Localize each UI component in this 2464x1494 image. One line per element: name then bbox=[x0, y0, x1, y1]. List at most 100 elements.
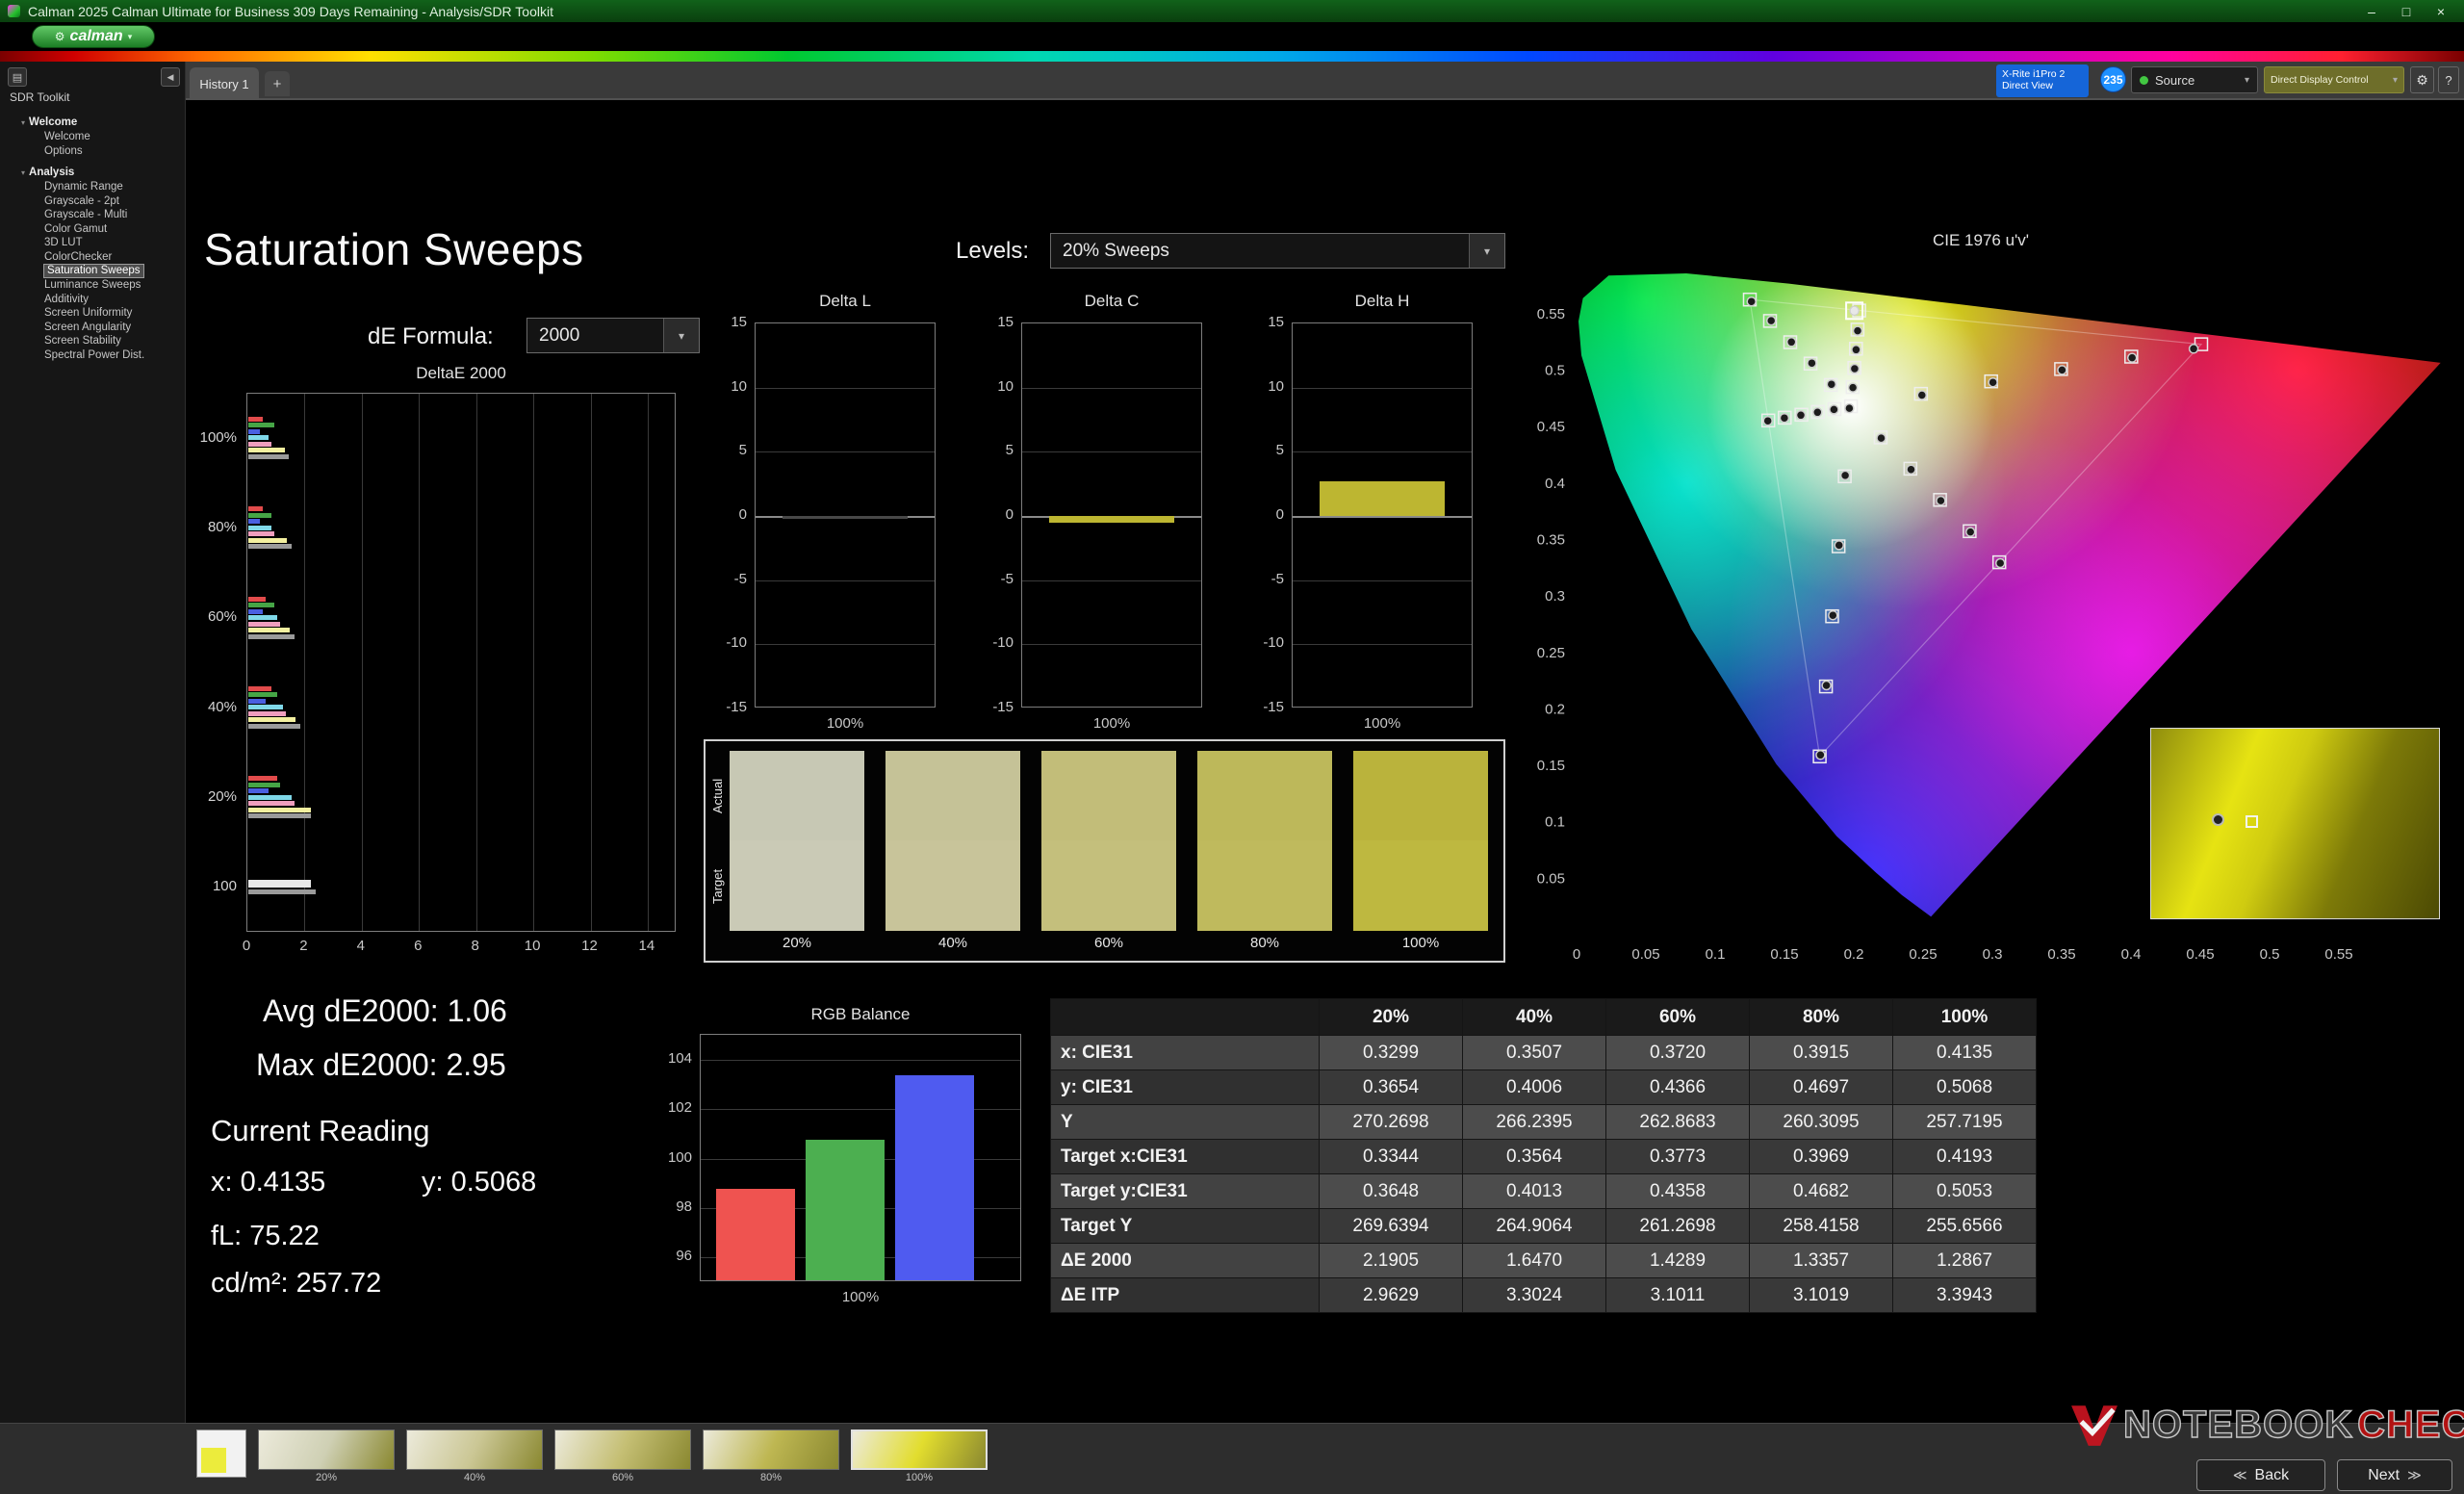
current-cdm2-readout: cd/m²: 257.72 bbox=[211, 1268, 381, 1300]
pattern-thumbnail-80%[interactable] bbox=[703, 1430, 839, 1470]
bar-cyan bbox=[248, 615, 277, 620]
de-formula-dropdown[interactable]: 2000 ▾ bbox=[526, 318, 700, 353]
target-row-label: Target bbox=[710, 845, 728, 928]
table-cell: 260.3095 bbox=[1750, 1105, 1893, 1140]
measured-point-cyan bbox=[1813, 408, 1822, 417]
tab-strip: History 1 + X-Rite i1Pro 2 Direct View 2… bbox=[186, 62, 2464, 100]
sidebar-item-screen-stability[interactable]: Screen Stability bbox=[44, 334, 185, 348]
x-axis-tick-label: 0.4 bbox=[2121, 946, 2142, 963]
y-axis-tick-label: 0.45 bbox=[1537, 419, 1565, 435]
sidebar-item-color-gamut[interactable]: Color Gamut bbox=[44, 222, 185, 237]
pattern-thumbnail-40%[interactable] bbox=[406, 1430, 543, 1470]
y-axis-tick-label: -5 bbox=[962, 571, 1014, 587]
maximize-button[interactable]: □ bbox=[2389, 4, 2424, 19]
sidebar-section-welcome[interactable]: ▾Welcome bbox=[21, 116, 185, 128]
settings-gear-button[interactable]: ⚙ bbox=[2410, 66, 2434, 93]
sidebar-item-dynamic-range[interactable]: Dynamic Range bbox=[44, 180, 185, 194]
tab-history-1[interactable]: History 1 bbox=[190, 67, 259, 100]
next-button[interactable]: Next ≫ bbox=[2337, 1459, 2452, 1491]
y-axis-group-label: 80% bbox=[177, 519, 237, 535]
measured-point-cyan bbox=[1763, 417, 1772, 425]
levels-dropdown[interactable]: 20% Sweeps ▾ bbox=[1050, 233, 1505, 269]
delta-h-chart-title: Delta H bbox=[1292, 292, 1473, 311]
delta-c-bar bbox=[1049, 516, 1174, 523]
bar-magenta bbox=[248, 711, 286, 716]
y-axis-tick-label: 10 bbox=[962, 378, 1014, 395]
sidebar-collapse-button[interactable]: ◀ bbox=[161, 67, 180, 87]
sidebar-title: SDR Toolkit bbox=[10, 90, 69, 104]
sidebar-item-spectral-power-dist[interactable]: Spectral Power Dist. bbox=[44, 348, 185, 363]
sidebar-item-welcome[interactable]: Welcome bbox=[44, 130, 185, 144]
meter-button[interactable]: X-Rite i1Pro 2 Direct View bbox=[1996, 64, 2089, 97]
gridline bbox=[1022, 644, 1201, 645]
source-label: Source bbox=[2155, 73, 2194, 88]
gridline bbox=[756, 644, 935, 645]
thumb-column: 60% bbox=[554, 1430, 691, 1483]
sidebar-item-grayscale-multi[interactable]: Grayscale - Multi bbox=[44, 208, 185, 222]
bar-yellow bbox=[248, 448, 285, 452]
measured-point-red bbox=[1989, 378, 1997, 387]
sidebar-item-3d-lut[interactable]: 3D LUT bbox=[44, 236, 185, 250]
sidebar-item-colorchecker[interactable]: ColorChecker bbox=[44, 250, 185, 265]
table-cell: 3.1011 bbox=[1606, 1278, 1750, 1313]
table-cell: 3.3024 bbox=[1463, 1278, 1606, 1313]
meter-count-badge[interactable]: 235 bbox=[2100, 66, 2126, 92]
pattern-thumbnail-20%[interactable] bbox=[258, 1430, 395, 1470]
section-label: Welcome bbox=[29, 116, 77, 128]
help-button[interactable]: ? bbox=[2438, 66, 2459, 93]
measured-point-cyan bbox=[1830, 405, 1838, 414]
sidebar-item-grayscale-2pt[interactable]: Grayscale - 2pt bbox=[44, 194, 185, 209]
actual-swatch-40% bbox=[886, 751, 1020, 840]
sidebar-item-options[interactable]: Options bbox=[44, 144, 185, 159]
add-tab-button[interactable]: + bbox=[265, 71, 290, 96]
y-axis-tick-label: 0.1 bbox=[1545, 814, 1565, 831]
sidebar-item-screen-uniformity[interactable]: Screen Uniformity bbox=[44, 306, 185, 321]
bar-yellow bbox=[248, 717, 295, 722]
back-button[interactable]: ≪ Back bbox=[2196, 1459, 2325, 1491]
display-control-dropdown[interactable]: Direct Display Control ▾ bbox=[2264, 66, 2404, 93]
pattern-thumbnail-100%[interactable] bbox=[851, 1430, 988, 1470]
minimize-button[interactable]: – bbox=[2354, 4, 2389, 19]
menubar: ⚙ calman ▾ bbox=[0, 22, 2464, 51]
y-axis-tick-label: -15 bbox=[962, 699, 1014, 715]
row-label: Target y:CIE31 bbox=[1051, 1174, 1320, 1209]
close-button[interactable]: × bbox=[2424, 4, 2458, 19]
delta-l-chart-plot bbox=[755, 322, 936, 708]
x-axis-tick-label: 0.5 bbox=[2260, 946, 2280, 963]
current-reading-title: Current Reading bbox=[211, 1114, 429, 1148]
chevron-down-icon: ▾ bbox=[663, 319, 699, 352]
x-axis-tick-label: 0 bbox=[1573, 946, 1580, 963]
sidebar-item-luminance-sweeps[interactable]: Luminance Sweeps bbox=[44, 278, 185, 293]
y-axis-group-label: 60% bbox=[177, 608, 237, 625]
y-axis-tick-label: 15 bbox=[1232, 314, 1284, 330]
y-axis-tick-label: 15 bbox=[695, 314, 747, 330]
y-axis-tick-label: -5 bbox=[1232, 571, 1284, 587]
calman-menu-button[interactable]: ⚙ calman ▾ bbox=[32, 25, 155, 48]
sidebar-item-additivity[interactable]: Additivity bbox=[44, 293, 185, 307]
thumbnail-label: 80% bbox=[760, 1472, 782, 1483]
y-axis-tick-label: 98 bbox=[640, 1198, 692, 1215]
table-cell: 270.2698 bbox=[1320, 1105, 1463, 1140]
pattern-window-thumbnail[interactable] bbox=[196, 1430, 246, 1478]
delta-h-chart-plot bbox=[1292, 322, 1473, 708]
measured-point-cyan bbox=[1797, 411, 1806, 420]
swatch-level-label: 80% bbox=[1197, 935, 1332, 951]
thumb-column: 100% bbox=[851, 1430, 988, 1483]
measured-point-green bbox=[1767, 317, 1776, 325]
source-dropdown[interactable]: Source ▾ bbox=[2131, 66, 2258, 93]
gridline bbox=[419, 394, 420, 931]
sidebar-section-analysis[interactable]: ▾Analysis bbox=[21, 167, 185, 178]
pattern-thumbnail-60%[interactable] bbox=[554, 1430, 691, 1470]
sidebar-item-saturation-sweeps[interactable]: Saturation Sweeps bbox=[43, 264, 144, 278]
bar-blue bbox=[248, 609, 263, 614]
x-axis-tick-label: 0.2 bbox=[1844, 946, 1864, 963]
help-icon: ? bbox=[2445, 73, 2451, 88]
measured-point-blue bbox=[1841, 471, 1850, 479]
actual-swatch-100% bbox=[1353, 751, 1488, 840]
delta-l-bar bbox=[783, 516, 908, 519]
sidebar-item-screen-angularity[interactable]: Screen Angularity bbox=[44, 321, 185, 335]
sidebar-panel-button[interactable]: ▤ bbox=[8, 67, 27, 87]
y-axis-tick-label: 0.4 bbox=[1545, 476, 1565, 492]
pattern-color-square bbox=[201, 1448, 226, 1473]
x-axis-tick-label: 0 bbox=[232, 938, 261, 954]
